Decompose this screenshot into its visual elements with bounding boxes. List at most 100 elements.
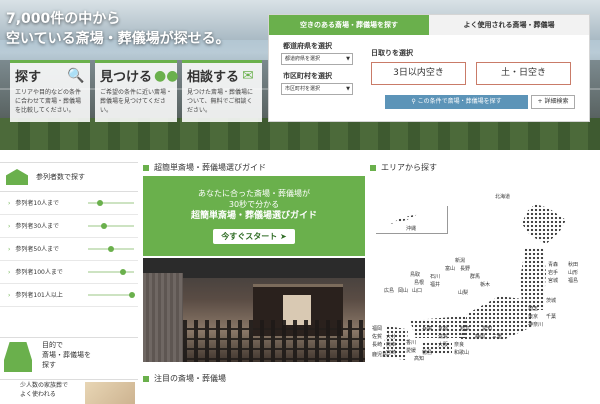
city-select-value: 市区町村を選択: [285, 86, 321, 92]
prefecture-select[interactable]: 都道府県を選択 ▼: [281, 53, 353, 65]
pref-label[interactable]: 宮崎: [386, 350, 396, 357]
pref-label[interactable]: 群馬: [470, 274, 480, 281]
pref-label[interactable]: 神奈川: [528, 322, 543, 329]
pref-label[interactable]: 福岡: [372, 326, 382, 333]
sidebar-purpose-head: 目的で 斎場・葬儀場を 探す: [0, 337, 138, 379]
attendee-bar-knob: [119, 269, 126, 275]
pref-label[interactable]: 山形: [568, 270, 578, 277]
purpose-line3: 探す: [42, 361, 56, 369]
pref-label[interactable]: 茨城: [546, 298, 556, 305]
guide-start-label: 今すぐスタート: [221, 232, 278, 241]
sidebar-item-100[interactable]: › 参列者100人まで: [0, 261, 138, 284]
sidebar-item-label: 参列者101人以上: [15, 292, 63, 299]
purpose-line1: 目的で: [42, 341, 63, 349]
pref-label[interactable]: 福井: [430, 282, 440, 289]
pref-label[interactable]: 佐賀: [372, 334, 382, 341]
guide-section-heading: 超簡単斎場・葬儀場選びガイド: [143, 162, 266, 173]
pref-label[interactable]: 岡山: [398, 288, 408, 295]
pref-label[interactable]: 富山: [445, 266, 455, 273]
chevron-down-icon: ▼: [346, 56, 350, 62]
search-button[interactable]: ⚲ この条件で斎場・葬儀場を探す: [385, 95, 528, 109]
city-label: 市区町村を選択: [283, 72, 332, 80]
featured-section-label: 注目の斎場・葬儀場: [154, 374, 226, 383]
pref-label[interactable]: 鹿児島: [372, 352, 387, 359]
sidebar-item-small-family[interactable]: 少人数の家族葬で よく使われる: [0, 379, 138, 404]
pref-label[interactable]: 岐阜: [460, 326, 470, 333]
detail-search-button[interactable]: + 詳細検索: [531, 95, 575, 109]
step-label: 探す: [15, 70, 42, 85]
date-label: 日取りを選択: [371, 49, 413, 57]
hall-curtain: [143, 273, 183, 362]
pref-label[interactable]: 石川: [430, 274, 440, 281]
pref-label[interactable]: 奈良: [454, 342, 464, 349]
pref-label[interactable]: 北海道: [495, 194, 510, 201]
pref-label[interactable]: 広島: [384, 288, 394, 295]
sidebar-item-50[interactable]: › 参列者50人まで: [0, 238, 138, 261]
sidebar-item-label: 参列者30人まで: [15, 223, 60, 230]
within-3-days-button[interactable]: 3日以内空き: [371, 62, 466, 85]
sidebar-item-10[interactable]: › 参列者10人まで: [0, 192, 138, 215]
pref-label[interactable]: 京都: [438, 326, 448, 333]
city-select[interactable]: 市区町村を選択 ▼: [281, 83, 353, 95]
attendee-bar-knob: [101, 223, 108, 229]
pref-label[interactable]: 新潟: [455, 258, 465, 265]
pref-label[interactable]: 高知: [414, 356, 424, 363]
funeral-hall-photo: [143, 258, 365, 362]
pref-label[interactable]: 大分: [386, 334, 396, 341]
pref-label[interactable]: 山梨: [458, 290, 468, 297]
search-tabs: 空きのある斎場・葬儀場を探す よく使用される斎場・葬儀場: [269, 15, 589, 35]
pref-label[interactable]: 長野: [460, 266, 470, 273]
sidebar-item-label: 参列者100人まで: [15, 269, 63, 276]
temple-icon: [6, 169, 28, 185]
pref-label[interactable]: 愛知: [482, 326, 492, 333]
weekend-button[interactable]: 土・日空き: [476, 62, 571, 85]
pref-label[interactable]: 静岡: [475, 334, 485, 341]
pref-label[interactable]: 山口: [412, 288, 422, 295]
hero-banner: 7,000件の中から 空いている斎場・葬儀場が探せる。 探す 🔍 エリアや目的な…: [0, 0, 600, 150]
attendee-bar: [88, 223, 134, 229]
pref-label[interactable]: 埼玉: [528, 306, 538, 313]
sidebar-item-label: 参列者10人まで: [15, 200, 60, 207]
tab-popular[interactable]: よく使用される斎場・葬儀場: [429, 15, 589, 35]
square-bullet-icon: [143, 164, 149, 171]
guide-section-label: 超簡単斎場・葬儀場選びガイド: [154, 163, 266, 172]
pref-label[interactable]: 秋田: [568, 262, 578, 269]
pref-label[interactable]: 青森: [548, 262, 558, 269]
pref-label[interactable]: 福島: [568, 278, 578, 285]
pref-label[interactable]: 兵庫: [422, 326, 432, 333]
pref-label[interactable]: 沖縄: [406, 226, 416, 233]
guide-banner[interactable]: あなたに合った斎場・葬儀場が 30秒で分かる 超簡単斎場・葬儀場選びガイド 今す…: [143, 176, 365, 256]
pref-label[interactable]: 滋賀: [438, 334, 448, 341]
pref-label[interactable]: 大阪: [438, 342, 448, 349]
sidebar-item-30[interactable]: › 参列者30人まで: [0, 215, 138, 238]
footprints-icon: ●●: [154, 67, 179, 84]
pref-label[interactable]: 東京: [528, 314, 538, 321]
sidebar: 参列者数で探す › 参列者10人まで › 参列者30人まで › 参列者50人まで › 参…: [0, 162, 138, 404]
pref-label[interactable]: 宮城: [548, 278, 558, 285]
pref-label[interactable]: 鳥取: [410, 272, 420, 279]
pref-label[interactable]: 愛媛: [406, 348, 416, 355]
attendee-bar-knob: [128, 292, 135, 298]
hero-trees: [0, 118, 600, 150]
chevron-right-icon: ›: [8, 223, 11, 230]
sidebar-item-101plus[interactable]: › 参列者101人以上: [0, 284, 138, 307]
pref-label[interactable]: 千葉: [546, 314, 556, 321]
pref-label[interactable]: 島根: [414, 280, 424, 287]
small-family-line2: よく使われる: [20, 391, 56, 398]
pref-label[interactable]: 香川: [406, 340, 416, 347]
step-desc: エリアや目的などの条件に合わせて斎場・葬儀場を比較してください。: [15, 89, 82, 114]
sidebar-head: 参列者数で探す: [0, 162, 138, 192]
pref-label[interactable]: 熊本: [386, 342, 396, 349]
area-section-label: エリアから探す: [381, 163, 437, 172]
hero-title-line2: 空いている斎場・葬儀場が探せる。: [6, 31, 230, 47]
pref-label[interactable]: 栃木: [480, 282, 490, 289]
pref-label[interactable]: 三重: [492, 334, 502, 341]
pref-label[interactable]: 長崎: [372, 342, 382, 349]
detail-search-label: 詳細検索: [544, 98, 569, 105]
pref-label[interactable]: 岩手: [548, 270, 558, 277]
guide-start-button[interactable]: 今すぐスタート ➤: [213, 229, 295, 244]
chevron-right-icon: ›: [8, 200, 11, 207]
sidebar-item-label: 参列者50人まで: [15, 246, 60, 253]
pref-label[interactable]: 和歌山: [454, 350, 469, 357]
tab-vacant-search[interactable]: 空きのある斎場・葬儀場を探す: [269, 15, 429, 35]
